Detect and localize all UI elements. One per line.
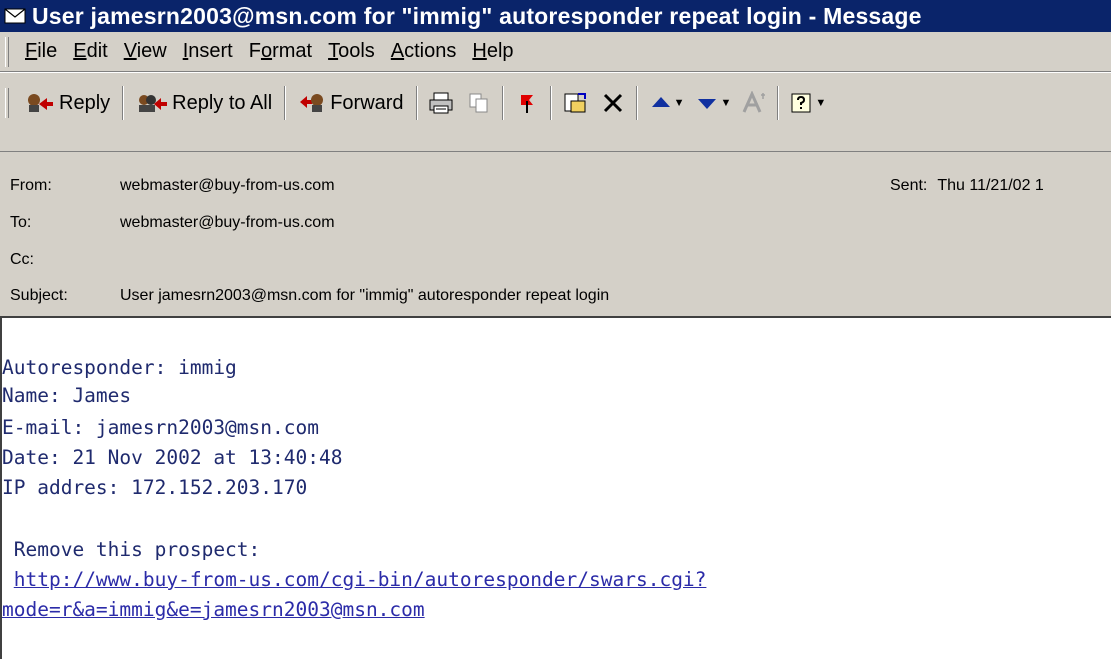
to-label: To: — [10, 214, 32, 231]
menu-insert[interactable]: Insert — [175, 40, 241, 63]
menubar-grip[interactable] — [5, 36, 9, 67]
remove-prospect-link[interactable]: mode=r&a=immig&e=jamesrn2003@msn.com — [2, 598, 425, 621]
envelope-icon — [4, 8, 26, 24]
menu-format[interactable]: Format — [241, 40, 320, 63]
toolbar: Reply Reply to All Forward ▼ ▼ ▼ — [0, 72, 1111, 152]
sent-row: Sent: Thu 11/21/02 1 — [890, 177, 1044, 195]
sent-label: Sent: — [890, 177, 928, 194]
menu-bar: File Edit View Insert Format Tools Actio… — [0, 32, 1111, 72]
print-button[interactable] — [422, 84, 460, 122]
window-title-bar[interactable]: User jamesrn2003@msn.com for "immig" aut… — [0, 0, 1111, 32]
remove-prospect-link[interactable]: http://www.buy-from-us.com/cgi-bin/autor… — [14, 568, 707, 591]
message-body[interactable]: Autoresponder: immig Name: James E-mail:… — [0, 316, 1111, 659]
menu-file[interactable]: File — [17, 40, 65, 63]
body-line: Autoresponder: immig — [2, 356, 237, 379]
toolbar-separator — [549, 86, 552, 120]
chevron-down-icon[interactable]: ▼ — [674, 97, 685, 109]
flag-icon — [520, 95, 533, 113]
body-line: Date: 21 Nov 2002 at 13:40:48 — [2, 446, 343, 469]
toolbar-separator — [635, 86, 638, 120]
menu-actions[interactable]: Actions — [383, 40, 465, 63]
subject-label: Subject: — [10, 287, 68, 304]
to-value[interactable]: webmaster@buy-from-us.com — [120, 214, 335, 236]
toolbar-grip[interactable] — [5, 88, 9, 118]
flag-button[interactable] — [508, 84, 546, 122]
body-line: Name: James — [2, 384, 132, 407]
menu-tools[interactable]: Tools — [320, 40, 383, 63]
cc-label: Cc: — [10, 251, 34, 268]
menu-edit[interactable]: Edit — [65, 40, 115, 63]
delete-icon — [603, 93, 622, 113]
copy-button[interactable] — [460, 84, 498, 122]
remove-link-line: http://www.buy-from-us.com/cgi-bin/autor… — [2, 568, 707, 592]
toolbar-separator — [284, 86, 287, 120]
message-headers: From: webmaster@buy-from-us.com Sent: Thu… — [0, 160, 1111, 310]
reply-button[interactable]: Reply — [17, 84, 118, 122]
reply-all-icon — [139, 95, 168, 112]
copy-icon — [469, 93, 488, 113]
subject-row: Subject: User jamesrn2003@msn.com for "i… — [10, 287, 609, 309]
subject-value: User jamesrn2003@msn.com for "immig" aut… — [120, 287, 610, 304]
toolbar-separator — [777, 86, 780, 120]
reply-all-button[interactable]: Reply to All — [128, 84, 280, 122]
remove-link-line: mode=r&a=immig&e=jamesrn2003@msn.com — [2, 598, 425, 622]
help-icon — [791, 93, 811, 113]
to-row: To: webmaster@buy-from-us.com — [10, 214, 335, 236]
printer-icon — [429, 92, 453, 114]
down-arrow-icon — [698, 99, 717, 109]
forward-button[interactable]: Forward — [290, 84, 411, 122]
from-label: From: — [10, 177, 52, 194]
move-to-folder-icon — [564, 93, 586, 113]
cc-row: Cc: — [10, 251, 120, 273]
toolbar-separator — [415, 86, 418, 120]
reply-icon — [28, 94, 53, 112]
menu-view[interactable]: View — [116, 40, 175, 63]
forward-icon — [300, 94, 324, 112]
chevron-down-icon[interactable]: ▼ — [815, 97, 826, 109]
delete-button[interactable] — [594, 84, 632, 122]
from-value[interactable]: webmaster@buy-from-us.com — [120, 177, 335, 199]
move-to-folder-button[interactable] — [556, 84, 594, 122]
body-line: IP addres: 172.152.203.170 — [2, 476, 308, 499]
font-size-button[interactable] — [735, 84, 773, 122]
remove-prospect-label: Remove this prospect: — [2, 538, 261, 561]
toolbar-separator — [501, 86, 504, 120]
from-row: From: webmaster@buy-from-us.com — [10, 177, 335, 199]
font-size-icon — [742, 91, 766, 113]
up-arrow-icon — [651, 97, 670, 107]
sent-value: Thu 11/21/02 1 — [937, 177, 1044, 194]
menu-help[interactable]: Help — [464, 40, 521, 63]
toolbar-separator — [122, 86, 125, 120]
body-line: E-mail: jamesrn2003@msn.com — [2, 416, 319, 439]
window-title: User jamesrn2003@msn.com for "immig" aut… — [32, 2, 922, 29]
chevron-down-icon[interactable]: ▼ — [720, 97, 731, 109]
